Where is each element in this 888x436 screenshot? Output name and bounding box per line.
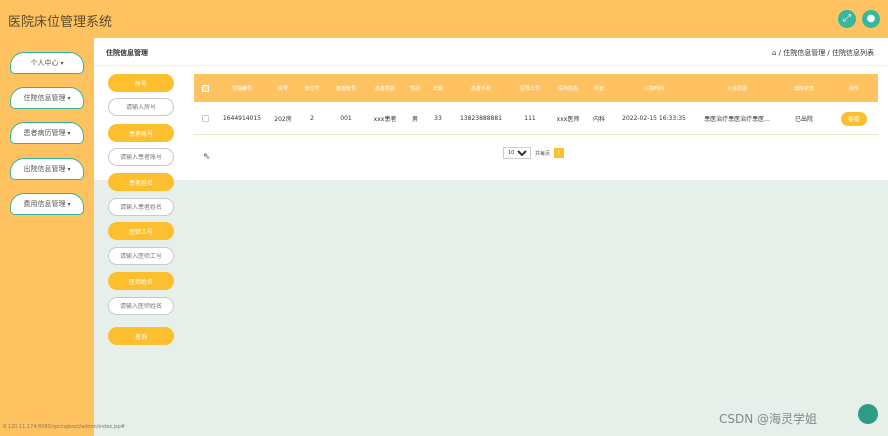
table-cell: 33 [434,115,442,122]
sidebar-item-label: 费用信息管理 [23,200,66,208]
sidebar-item-label: 出院信息管理 [23,165,66,173]
sidebar-item-personal-center[interactable]: 个人中心 ▾ [10,52,84,74]
room-number-input[interactable] [111,103,171,111]
patient-name-input[interactable] [111,203,171,211]
table-cell: 内科 [592,116,605,123]
table-cell: 111 [524,115,536,122]
table-header: 住院编号 房号 床位号 患者账号 患者姓名 性别 年龄 患者手机 医师工号 医师… [194,74,878,102]
col-header[interactable]: 入住原因 [697,74,777,102]
table-cell: 202房 [274,116,292,123]
select-all-checkbox[interactable] [196,74,214,102]
filter-label-patient-name: 患者姓名 [108,173,174,191]
doctor-id-input[interactable] [111,252,171,260]
col-header[interactable]: 科室 [588,74,610,102]
breadcrumb-bar: 住院信息管理 ⌂ / 住院信息管理 / 住院信息列表 [94,38,888,66]
page-size-select[interactable]: 10 [503,147,531,159]
fullscreen-icon[interactable]: ⤢ [838,10,856,28]
col-header: 操作 [848,85,859,92]
top-bar: 医院床位管理系统 ⤢ ● [0,0,888,38]
page-number-button[interactable]: 1 [554,148,565,158]
chevron-down-icon: ▾ [67,94,71,102]
doctor-name-input[interactable] [111,302,171,310]
col-header[interactable]: 入院时间 [612,74,696,102]
sidebar-item-label: 患者病历管理 [23,129,66,137]
search-button[interactable]: 查询 [108,327,174,345]
col-header[interactable]: 医师姓名 [549,74,587,102]
row-checkbox[interactable] [196,103,214,134]
chevron-down-icon: ▾ [67,165,71,173]
patient-account-field[interactable] [108,148,174,166]
table-cell: 13823888881 [460,115,502,122]
floating-action-button[interactable] [858,404,878,424]
chevron-down-icon: ▾ [67,200,71,208]
col-header[interactable]: 年龄 [426,74,450,102]
breadcrumb[interactable]: ⌂ / 住院信息管理 / 住院信息列表 [772,48,874,58]
pagination: 10 共每页 1 [503,147,565,159]
sidebar-item-label: 住院信息管理 [23,94,66,102]
chevron-down-icon: ▾ [60,59,64,67]
table-cell: xxx患者 [373,116,397,123]
table-cell: 001 [340,115,352,122]
status-url: 8.120.11.174:8080/springboot/admin/index… [3,424,125,430]
chevron-down-icon: ▾ [67,129,71,137]
col-header[interactable]: 患者账号 [328,74,364,102]
table-cell: 2022-02-15 16:33:35 [622,115,686,122]
table-cell: 2 [310,115,314,122]
action-cell: 查看 [832,103,876,134]
sidebar-item-label: 个人中心 [30,59,59,67]
col-header[interactable]: 性别 [404,74,426,102]
filter-label-patient-account: 患者账号 [108,124,174,142]
table-cell: 患医治疗患医治疗患医... [704,116,770,123]
col-header[interactable]: 出院状态 [778,74,830,102]
sidebar-item-medical-records[interactable]: 患者病历管理 ▾ [10,122,84,144]
filter-label-doctor-id: 医师工号 [108,222,174,240]
table-cell: 男 [411,116,418,123]
col-header[interactable]: 床位号 [297,74,327,102]
sidebar-item-fee-info[interactable]: 费用信息管理 ▾ [10,193,84,215]
filter-label-doctor-name: 医师姓名 [108,272,174,290]
app-title: 医院床位管理系统 [8,15,113,30]
user-icon[interactable]: ● [862,10,880,28]
page-title: 住院信息管理 [106,49,148,57]
mouse-cursor-icon: ⇖ [203,152,211,162]
patient-name-field[interactable] [108,198,174,216]
patient-account-input[interactable] [111,153,171,161]
doctor-name-field[interactable] [108,297,174,315]
watermark: CSDN @海灵学姐 [719,412,818,426]
col-header[interactable]: 房号 [270,74,296,102]
table-cell: 1644914015 [222,115,262,122]
table-cell: 已出院 [794,116,813,123]
col-header[interactable]: 医师工号 [512,74,548,102]
col-header[interactable]: 患者姓名 [366,74,404,102]
sidebar-item-discharge-info[interactable]: 出院信息管理 ▾ [10,158,84,180]
col-header[interactable]: 住院编号 [216,74,268,102]
table-cell: xxx医师 [556,116,580,123]
table-row: 1644914015 202房 2 001 xxx患者 男 33 1382388… [194,103,878,135]
col-header[interactable]: 患者手机 [451,74,511,102]
view-button[interactable]: 查看 [841,111,867,126]
room-number-field[interactable] [108,98,174,116]
doctor-id-field[interactable] [108,247,174,265]
filter-label-room: 房号 [108,74,174,92]
sidebar-item-inpatient-info[interactable]: 住院信息管理 ▾ [10,87,84,109]
pagination-text: 共每页 [535,150,551,157]
